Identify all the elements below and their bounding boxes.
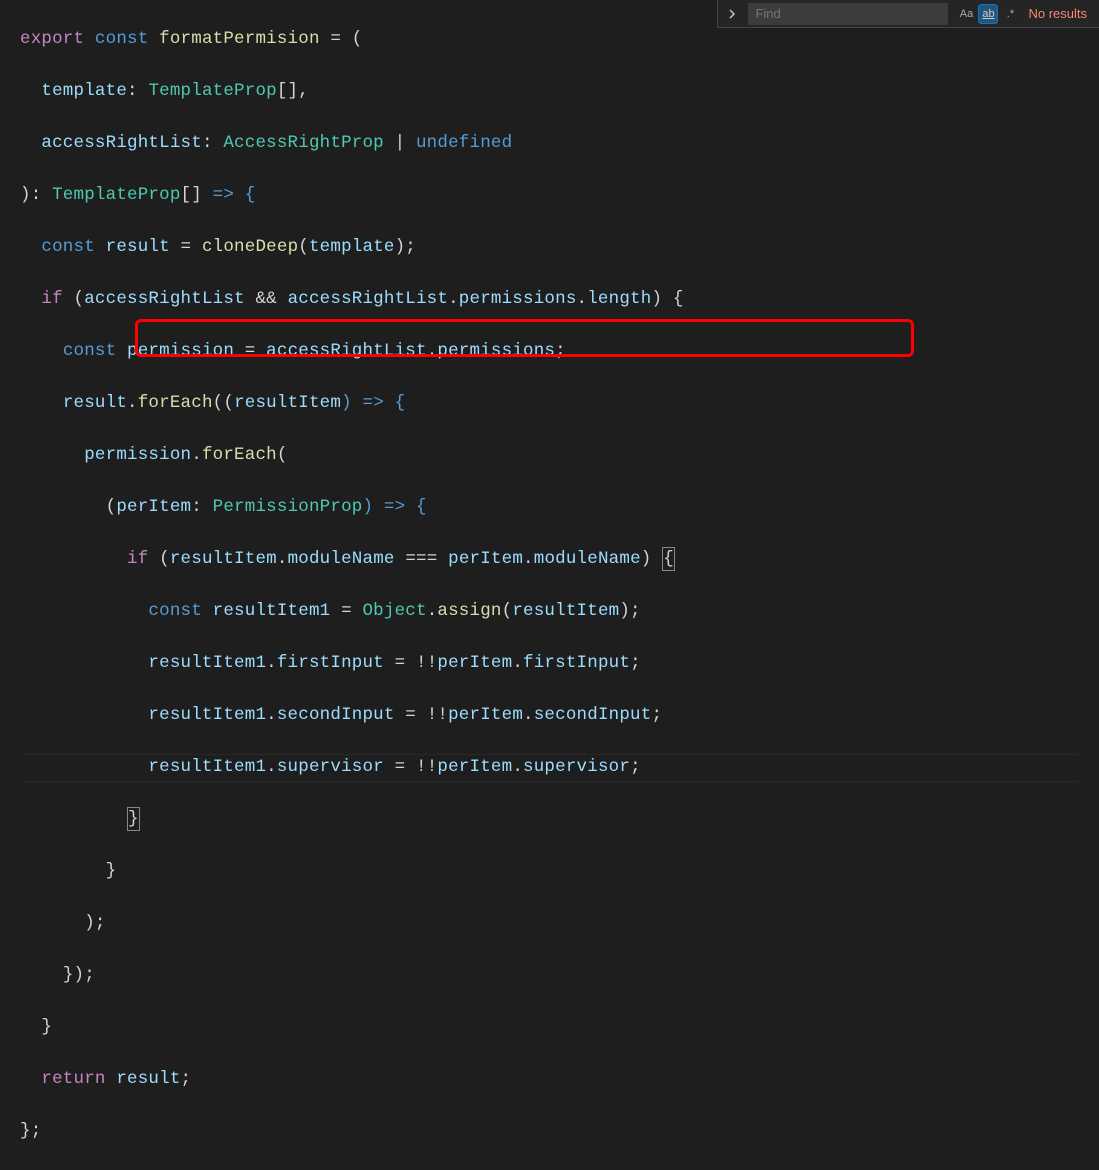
expand-arrow-icon[interactable]	[724, 6, 740, 22]
code-line: export const formatPermision = (	[20, 26, 1079, 52]
match-case-toggle[interactable]: Aa	[956, 4, 976, 24]
code-line: permission.forEach(	[20, 442, 1079, 468]
find-options: Aa ab .*	[956, 4, 1020, 24]
code-line: }	[20, 806, 1079, 832]
code-editor[interactable]: export const formatPermision = ( templat…	[0, 0, 1099, 1170]
find-input[interactable]	[749, 6, 947, 21]
code-line: if (resultItem.moduleName === perItem.mo…	[20, 546, 1079, 572]
code-line: result.forEach((resultItem) => {	[20, 390, 1079, 416]
matched-bracket: }	[127, 807, 140, 831]
match-word-toggle[interactable]: ab	[978, 4, 998, 24]
code-line: if (accessRightList && accessRightList.p…	[20, 286, 1079, 312]
code-line: template: TemplateProp[],	[20, 78, 1079, 104]
code-line: ): TemplateProp[] => {	[20, 182, 1079, 208]
code-line: });	[20, 962, 1079, 988]
find-widget: Aa ab .* No results	[717, 0, 1099, 28]
code-line: resultItem1.supervisor = !!perItem.super…	[20, 754, 1079, 780]
code-line: return result;	[20, 1066, 1079, 1092]
code-line: const result = cloneDeep(template);	[20, 234, 1079, 260]
find-input-wrap	[748, 3, 948, 25]
find-results-count: No results	[1028, 1, 1087, 27]
code-line: (perItem: PermissionProp) => {	[20, 494, 1079, 520]
regex-toggle[interactable]: .*	[1000, 4, 1020, 24]
code-line: resultItem1.secondInput = !!perItem.seco…	[20, 702, 1079, 728]
code-line: }	[20, 1014, 1079, 1040]
code-line: const permission = accessRightList.permi…	[20, 338, 1079, 364]
code-line: const resultItem1 = Object.assign(result…	[20, 598, 1079, 624]
code-line: );	[20, 910, 1079, 936]
code-line: }	[20, 858, 1079, 884]
matched-bracket: {	[662, 547, 675, 571]
code-line: accessRightList: AccessRightProp | undef…	[20, 130, 1079, 156]
code-line: };	[20, 1118, 1079, 1144]
